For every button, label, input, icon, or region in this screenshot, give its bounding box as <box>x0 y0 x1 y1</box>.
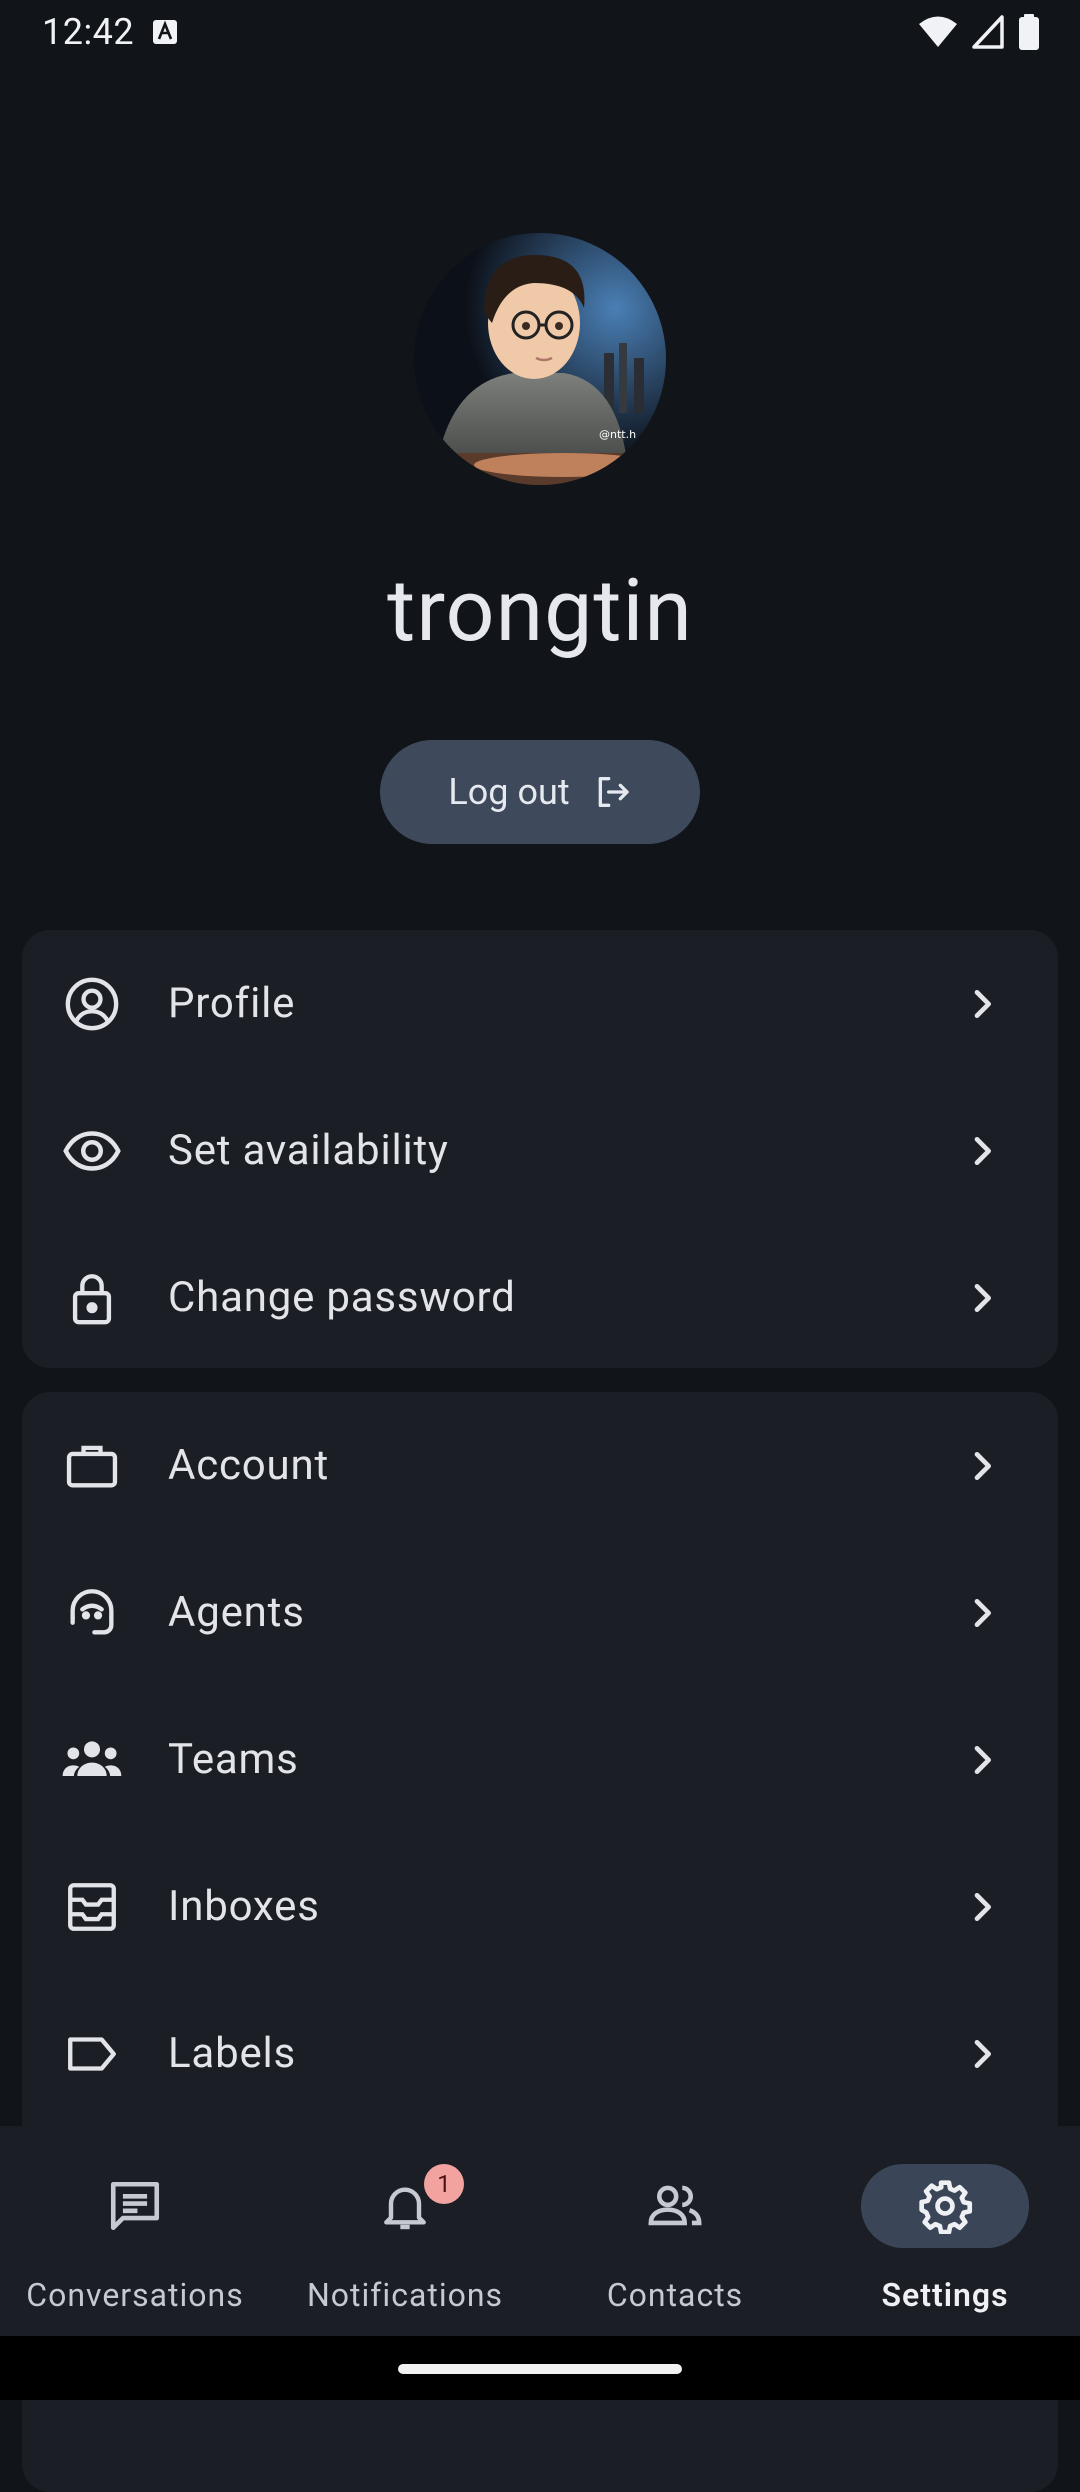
notification-badge: 1 <box>424 2164 464 2204</box>
chevron-right-icon <box>974 989 991 1018</box>
nav-label: Conversations <box>26 2276 244 2314</box>
settings-item-label: Account <box>168 1441 330 1490</box>
headset-agent-icon <box>60 1581 124 1645</box>
settings-item-label: Set availability <box>168 1126 449 1175</box>
bottom-navigation: Conversations 1 Notifications Contacts S… <box>0 2126 1080 2336</box>
settings-item-label: Change password <box>168 1273 516 1322</box>
status-time: 12:42 <box>42 11 135 53</box>
chevron-right-icon <box>974 1136 991 1165</box>
settings-item-label: Profile <box>168 979 296 1028</box>
chevron-right-icon <box>974 1745 991 1774</box>
wifi-icon <box>919 16 957 47</box>
settings-item-change-password[interactable]: Change password <box>22 1224 1058 1368</box>
lock-icon <box>60 1266 124 1330</box>
status-left: 12:42 <box>42 11 178 53</box>
status-right <box>918 14 1040 50</box>
briefcase-icon <box>60 1434 124 1498</box>
user-circle-icon <box>60 972 124 1036</box>
settings-item-teams[interactable]: Teams <box>22 1686 1058 1833</box>
settings-item-label: Agents <box>168 1588 305 1637</box>
chevron-right-icon <box>974 1283 991 1312</box>
status-bar: 12:42 <box>0 0 1080 64</box>
label-tag-icon <box>60 2022 124 2086</box>
settings-item-label: Teams <box>168 1735 299 1784</box>
nav-pill-active <box>861 2164 1029 2248</box>
username: trongtin <box>387 560 693 661</box>
nav-pill <box>591 2164 759 2248</box>
settings-item-label: Inboxes <box>168 1882 320 1931</box>
settings-item-set-availability[interactable]: Set availability <box>22 1077 1058 1224</box>
contacts-icon <box>648 2185 702 2226</box>
nav-pill <box>321 2164 489 2248</box>
avatar[interactable]: @ntt.h <box>414 233 666 485</box>
avatar-image: @ntt.h <box>414 233 666 485</box>
logout-icon <box>598 777 629 807</box>
home-gesture-bar[interactable] <box>398 2364 682 2374</box>
settings-item-labels[interactable]: Labels <box>22 1980 1058 2127</box>
settings-group-personal: Profile Set availability Change password <box>22 930 1058 1368</box>
nav-item-conversations[interactable]: Conversations <box>0 2126 270 2336</box>
chat-icon <box>110 2181 160 2231</box>
text-notification-icon <box>153 20 178 44</box>
chevron-right-icon <box>974 1892 991 1921</box>
nav-label: Settings <box>881 2276 1009 2314</box>
nav-pill <box>51 2164 219 2248</box>
logout-label: Log out <box>448 771 570 813</box>
chevron-right-icon <box>974 2039 991 2068</box>
team-icon <box>60 1728 124 1792</box>
signal-icon <box>972 15 1004 49</box>
chevron-right-icon <box>974 1451 991 1480</box>
nav-item-contacts[interactable]: Contacts <box>540 2126 810 2336</box>
settings-item-account[interactable]: Account <box>22 1392 1058 1539</box>
gear-icon <box>919 2180 973 2234</box>
settings-item-profile[interactable]: Profile <box>22 930 1058 1077</box>
nav-item-settings[interactable]: Settings <box>810 2126 1080 2336</box>
nav-label: Contacts <box>606 2276 744 2314</box>
chevron-right-icon <box>974 1598 991 1627</box>
settings-item-label: Labels <box>168 2029 297 2078</box>
battery-icon <box>1019 14 1039 50</box>
eye-icon <box>60 1119 124 1183</box>
nav-item-notifications[interactable]: 1 Notifications <box>270 2126 540 2336</box>
inbox-icon <box>60 1875 124 1939</box>
settings-item-agents[interactable]: Agents <box>22 1539 1058 1686</box>
svg-text:@ntt.h: @ntt.h <box>599 428 636 441</box>
logout-button[interactable]: Log out <box>380 740 700 844</box>
nav-label: Notifications <box>306 2276 504 2314</box>
settings-item-inboxes[interactable]: Inboxes <box>22 1833 1058 1980</box>
